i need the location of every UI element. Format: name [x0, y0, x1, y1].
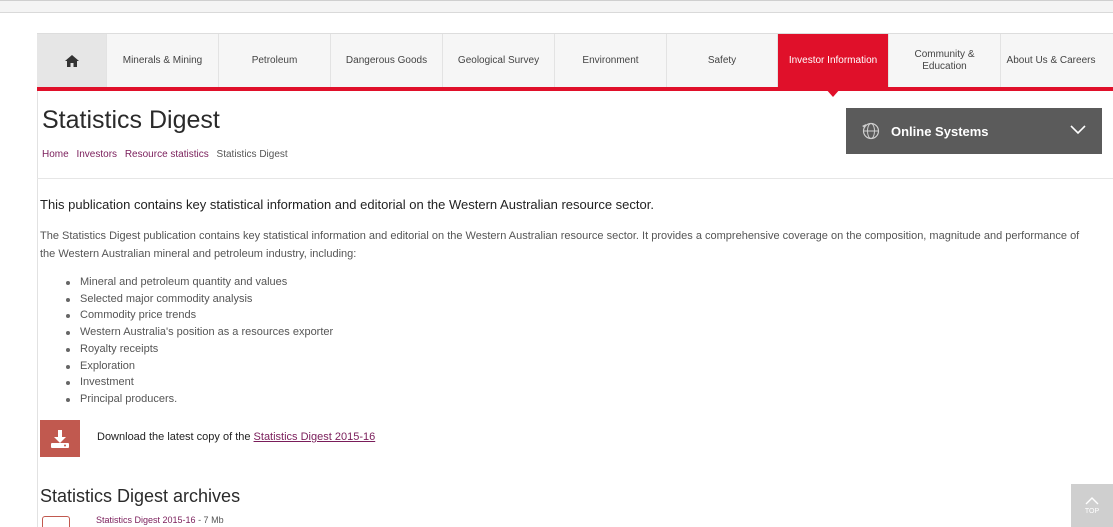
archive-link[interactable]: Statistics Digest 2015-16 — [96, 515, 196, 525]
archive-item: Statistics Digest 2015-16 - 7 Mb — [96, 515, 224, 525]
breadcrumb-home[interactable]: Home — [42, 149, 69, 160]
nav-red-underline — [37, 87, 1113, 91]
download-icon — [51, 429, 69, 448]
online-systems-dropdown[interactable]: Online Systems — [846, 108, 1102, 154]
home-icon — [64, 55, 79, 67]
list-item: Investment — [62, 374, 333, 391]
nav-environment[interactable]: Environment — [555, 34, 667, 88]
nav-minerals-mining[interactable]: Minerals & Mining — [107, 34, 219, 88]
nav-label: Safety — [707, 55, 737, 66]
breadcrumb-investors[interactable]: Investors — [76, 149, 117, 160]
list-item: Selected major commodity analysis — [62, 291, 333, 308]
main-navigation: Minerals & Mining Petroleum Dangerous Go… — [37, 33, 1113, 97]
breadcrumb: Home Investors Resource statistics Stati… — [42, 149, 288, 160]
chevron-up-icon — [1085, 496, 1099, 504]
list-item: Exploration — [62, 358, 333, 375]
page-title: Statistics Digest — [42, 106, 220, 134]
archives-heading: Statistics Digest archives — [40, 486, 241, 506]
back-to-top-button[interactable]: TOP — [1071, 484, 1113, 527]
nav-safety[interactable]: Safety — [667, 34, 778, 88]
nav-label: Environment — [582, 55, 639, 66]
breadcrumb-current: Statistics Digest — [216, 149, 288, 160]
top-border — [0, 0, 1113, 1]
content-left-border — [37, 91, 38, 527]
list-item: Royalty receipts — [62, 341, 333, 358]
download-prefix: Download the latest copy of the — [97, 431, 251, 443]
nav-label: Petroleum — [251, 55, 298, 66]
nav-petroleum[interactable]: Petroleum — [219, 34, 331, 88]
nav-investor-information[interactable]: Investor Information — [778, 34, 889, 97]
download-icon-button[interactable] — [40, 420, 80, 457]
nav-geological-survey[interactable]: Geological Survey — [443, 34, 555, 88]
lead-paragraph: This publication contains key statistica… — [40, 197, 654, 212]
list-item: Mineral and petroleum quantity and value… — [62, 274, 333, 291]
download-link[interactable]: Statistics Digest 2015-16 — [254, 431, 376, 443]
list-item: Principal producers. — [62, 391, 333, 408]
nav-label: Geological Survey — [457, 55, 540, 66]
nav-dangerous-goods[interactable]: Dangerous Goods — [331, 34, 443, 88]
globe-icon — [862, 122, 880, 140]
feature-list: Mineral and petroleum quantity and value… — [62, 274, 333, 408]
download-line: Download the latest copy of the Statisti… — [97, 431, 375, 443]
browser-top-strip — [0, 0, 1113, 13]
archive-size: - 7 Mb — [195, 515, 224, 525]
nav-label: Dangerous Goods — [345, 55, 428, 66]
list-item: Western Australia's position as a resour… — [62, 324, 333, 341]
pdf-icon — [42, 516, 70, 527]
back-to-top-label: TOP — [1084, 507, 1100, 515]
nav-about-careers[interactable]: About Us & Careers — [1001, 34, 1101, 88]
nav-label: Minerals & Mining — [122, 55, 203, 66]
nav-label: About Us & Careers — [1006, 55, 1096, 66]
online-systems-label: Online Systems — [891, 123, 989, 139]
breadcrumb-resource-statistics[interactable]: Resource statistics — [125, 149, 209, 160]
nav-home[interactable] — [37, 34, 107, 88]
nav-label: Community & Education — [914, 49, 975, 72]
nav-community-education[interactable]: Community & Education — [889, 34, 1001, 88]
intro-paragraph: The Statistics Digest publication contai… — [40, 230, 1080, 260]
header-divider — [37, 178, 1113, 179]
nav-label: Investor Information — [788, 55, 878, 66]
chevron-down-icon — [1070, 125, 1086, 135]
list-item: Commodity price trends — [62, 307, 333, 324]
